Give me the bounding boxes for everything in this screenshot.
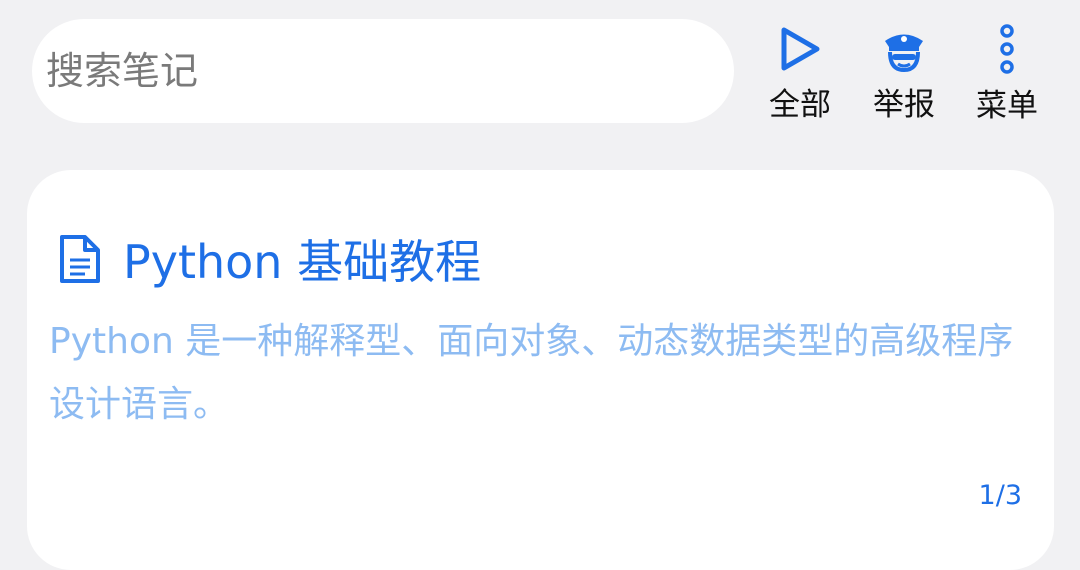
report-button[interactable]: 举报 — [864, 24, 944, 124]
all-button-label: 全部 — [769, 87, 831, 123]
toolbar-actions: 全部 举报 菜单 — [760, 24, 1060, 124]
search-bar[interactable] — [32, 19, 734, 123]
document-icon — [57, 234, 103, 284]
play-icon — [773, 24, 827, 73]
more-vertical-icon — [980, 24, 1034, 74]
police-icon — [877, 24, 931, 73]
note-card[interactable]: Python 基础教程 Python 是一种解释型、面向对象、动态数据类型的高级… — [27, 170, 1054, 570]
note-title-row: Python 基础教程 — [57, 226, 481, 292]
note-title: Python 基础教程 — [123, 235, 482, 289]
page-indicator: 1/3 — [978, 480, 1022, 511]
menu-button-label: 菜单 — [976, 88, 1038, 124]
menu-button[interactable]: 菜单 — [967, 24, 1047, 124]
report-button-label: 举报 — [873, 87, 935, 123]
search-input[interactable] — [46, 49, 734, 93]
note-description: Python 是一种解释型、面向对象、动态数据类型的高级程序设计语言。 — [49, 321, 1014, 425]
all-button[interactable]: 全部 — [760, 24, 840, 124]
